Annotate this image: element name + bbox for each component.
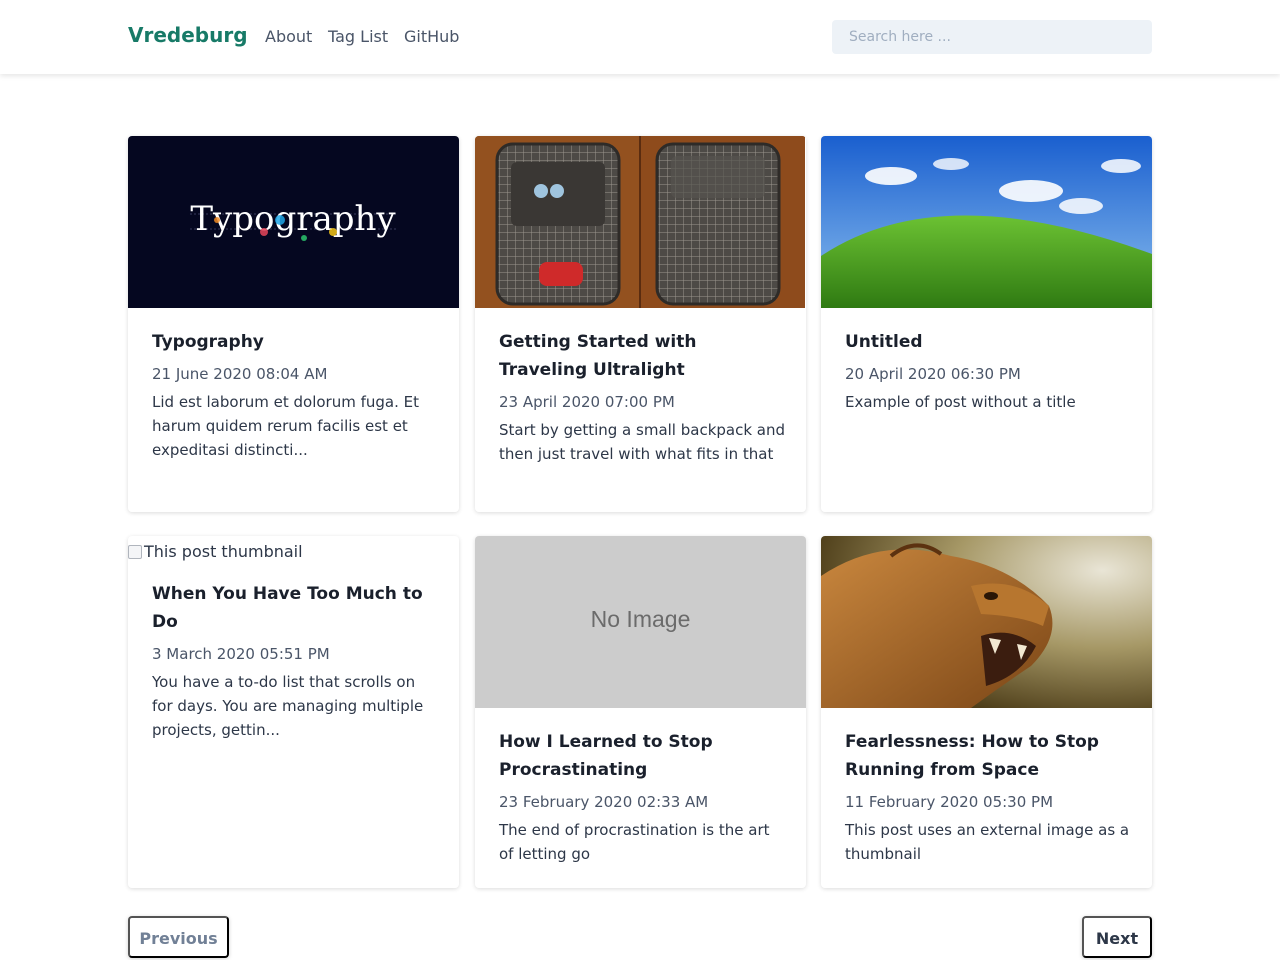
post-card[interactable]: Getting Started with Traveling Ultraligh…: [475, 136, 806, 512]
post-summary: Lid est laborum et dolorum fuga. Et haru…: [152, 393, 419, 459]
navbar: Vredeburg About Tag List GitHub: [0, 0, 1280, 74]
post-date: 23 February 2020 02:33 AM: [499, 793, 709, 811]
post-title[interactable]: Typography: [152, 328, 439, 356]
nav-link-github[interactable]: GitHub: [404, 27, 459, 46]
no-image-placeholder: No Image: [590, 606, 691, 632]
post-card[interactable]: Typography Typography 21 June 2020 08:04…: [128, 136, 459, 512]
typography-thumbnail-image: Typography: [190, 199, 396, 241]
next-page-button[interactable]: Next: [1082, 916, 1152, 958]
green-hill-thumbnail-image: [821, 136, 1152, 308]
post-thumbnail[interactable]: Typography: [128, 136, 459, 308]
post-summary: This post uses an external image as a th…: [845, 821, 1130, 863]
post-date: 21 June 2020 08:04 AM: [152, 365, 328, 383]
post-card[interactable]: This post thumbnail When You Have Too Mu…: [128, 536, 459, 888]
post-title[interactable]: When You Have Too Much to Do: [152, 580, 439, 636]
post-card[interactable]: No Image How I Learned to Stop Procrasti…: [475, 536, 806, 888]
post-card[interactable]: Fearlessness: How to Stop Running from S…: [821, 536, 1152, 888]
post-title[interactable]: Getting Started with Traveling Ultraligh…: [499, 328, 786, 384]
post-thumbnail[interactable]: [475, 136, 806, 308]
nav-link-tag-list[interactable]: Tag List: [328, 27, 388, 46]
post-thumbnail[interactable]: [821, 536, 1152, 708]
post-thumbnail[interactable]: No Image: [475, 536, 806, 708]
previous-page-button[interactable]: Previous: [128, 916, 229, 958]
post-thumbnail[interactable]: [821, 136, 1152, 308]
nav-link-about[interactable]: About: [265, 27, 312, 46]
post-title[interactable]: Fearlessness: How to Stop Running from S…: [845, 728, 1132, 784]
post-summary: Example of post without a title: [845, 393, 1076, 411]
broken-thumbnail-alt[interactable]: This post thumbnail: [128, 540, 303, 564]
post-summary: You have a to-do list that scrolls on fo…: [152, 673, 424, 739]
post-card[interactable]: Untitled 20 April 2020 06:30 PM Example …: [821, 136, 1152, 512]
brand-logo[interactable]: Vredeburg: [128, 23, 248, 47]
search-input[interactable]: [832, 20, 1152, 54]
post-date: 23 April 2020 07:00 PM: [499, 393, 675, 411]
post-date: 11 February 2020 05:30 PM: [845, 793, 1054, 811]
post-summary: Start by getting a small backpack and th…: [499, 421, 786, 463]
post-title[interactable]: How I Learned to Stop Procrastinating: [499, 728, 786, 784]
post-date: 3 March 2020 05:51 PM: [152, 645, 330, 663]
post-date: 20 April 2020 06:30 PM: [845, 365, 1021, 383]
thumbnail-alt-text: This post thumbnail: [144, 542, 303, 561]
lioness-thumbnail-image: [821, 536, 1152, 708]
backpack-thumbnail-image: [475, 136, 805, 308]
broken-image-icon: [128, 545, 142, 559]
typography-thumbnail-text: Typography: [190, 199, 396, 239]
post-title[interactable]: Untitled: [845, 328, 1132, 356]
post-summary: The end of procrastination is the art of…: [499, 821, 770, 863]
